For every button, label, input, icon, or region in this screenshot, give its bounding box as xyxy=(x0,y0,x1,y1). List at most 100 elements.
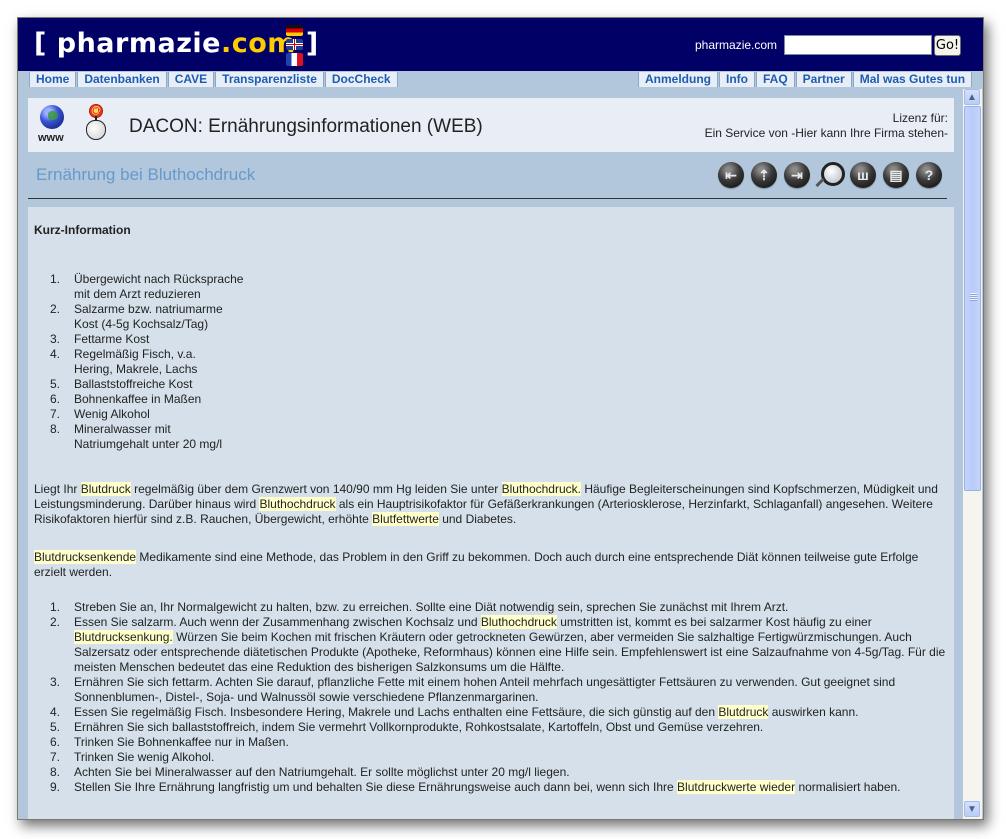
nav-home[interactable]: Home xyxy=(29,72,77,87)
site-logo[interactable]: [ pharmazie.com ] xyxy=(34,28,319,59)
highlighted-term[interactable]: Bluthochdruck xyxy=(480,615,557,629)
text-run: Stellen Sie Ihre Ernährung langfristig u… xyxy=(74,780,678,794)
dacon-header: www @ DACON: Ernährungsinformationen (WE… xyxy=(28,98,954,152)
nav-cave[interactable]: CAVE xyxy=(167,72,215,87)
search-go-button[interactable]: Go! xyxy=(934,35,961,56)
short-list-item: 8. Mineralwasser mit Natriumgehalt unter 2… xyxy=(50,422,243,452)
list-item-line: Natriumgehalt unter 20 mg/l xyxy=(74,437,223,451)
text-run: Achten Sie bei Mineralwasser auf den Nat… xyxy=(74,765,570,779)
highlighted-term[interactable]: Blutdruck xyxy=(80,482,131,496)
nav-faq[interactable]: FAQ xyxy=(756,72,795,87)
list-number: 8. xyxy=(50,765,61,779)
recommendation-item: 4. Essen Sie regelmäßig Fisch. Insbesonde… xyxy=(50,705,946,720)
scroll-down-button[interactable]: ▼ xyxy=(964,801,980,817)
logo-bracket-open: [ xyxy=(34,28,47,59)
nav-transparenzliste[interactable]: Transparenzliste xyxy=(215,72,324,87)
french-flag-icon[interactable] xyxy=(286,53,303,66)
highlighted-term[interactable]: Bluthochdruck xyxy=(259,497,336,511)
help-icon[interactable]: ? xyxy=(916,162,942,188)
short-list-item: 3. Fettarme Kost xyxy=(50,332,243,347)
sitemap-icon[interactable]: ш xyxy=(850,162,876,188)
language-selector xyxy=(286,25,304,69)
short-list-item: 2. Salzarme bzw. natriumarme Kost (4-5g Ko… xyxy=(50,302,243,332)
text-run: Essen Sie regelmäßig Fisch. Insbesondere… xyxy=(74,705,719,719)
list-item-line: Fettarme Kost xyxy=(74,332,150,346)
short-list-item: 4. Regelmäßig Fisch, v.a. Hering, Makrele,… xyxy=(50,347,243,377)
vertical-scrollbar[interactable]: ▲ ▼ xyxy=(963,89,982,819)
www-label: www xyxy=(38,132,64,144)
page-toolbar: ⇤ ⇡ ⇥ ш ▤ ? xyxy=(718,162,942,188)
print-icon[interactable]: ▤ xyxy=(883,162,909,188)
highlighted-term[interactable]: Blutdrucksenkende xyxy=(34,550,137,564)
highlighted-term[interactable]: Blutfettwerte xyxy=(372,512,439,526)
medication-paragraph: Blutdrucksenkende Medikamente sind eine … xyxy=(34,550,946,580)
up-icon[interactable]: ⇡ xyxy=(751,162,777,188)
list-number: 4. xyxy=(50,705,61,719)
text-run: Essen Sie salzarm. Auch wenn der Zusamme… xyxy=(74,615,481,629)
recommendation-item: 6. Trinken Sie Bohnenkaffee nur in Maßen. xyxy=(50,735,946,750)
back-icon[interactable]: ⇤ xyxy=(718,162,744,188)
search-input[interactable] xyxy=(784,35,932,55)
scroll-thumb[interactable] xyxy=(964,106,981,491)
text-run: normalisiert haben. xyxy=(795,780,901,794)
kurz-info-heading: Kurz-Information xyxy=(34,223,131,237)
logo-bracket-close: ] xyxy=(305,28,319,59)
search-icon[interactable] xyxy=(815,162,845,188)
text-run: und Diabetes. xyxy=(438,512,517,526)
nav-mal-was-gutes-tun[interactable]: Mal was Gutes tun xyxy=(852,72,973,87)
list-item-line: mit dem Arzt reduzieren xyxy=(74,287,201,301)
logo-name: pharmazie xyxy=(56,28,221,59)
browser-window: [ pharmazie.com ] pharmazie.com Go! Home… xyxy=(17,17,984,820)
text-run: Streben Sie an, Ihr Normalgewicht zu hal… xyxy=(74,600,789,614)
text-run: Ernähren Sie sich fettarm. Achten Sie da… xyxy=(74,675,896,704)
nav-right: Anmeldung Info FAQ Partner Mal was Gutes… xyxy=(638,72,973,87)
list-number: 3. xyxy=(50,675,61,689)
list-item-line: Mineralwasser mit xyxy=(74,422,171,436)
highlighted-term[interactable]: Blutdrucksenkung. xyxy=(74,630,173,644)
logo-dotcom: .com xyxy=(220,28,296,59)
highlighted-term[interactable]: Blutdruckwerte wieder xyxy=(677,780,796,794)
nav-datenbanken[interactable]: Datenbanken xyxy=(77,72,167,87)
recommendation-item: 1. Streben Sie an, Ihr Normalgewicht zu h… xyxy=(50,600,946,615)
content-area: www @ DACON: Ernährungsinformationen (WE… xyxy=(18,89,963,819)
scroll-grip-icon xyxy=(970,293,977,301)
forward-icon[interactable]: ⇥ xyxy=(784,162,810,188)
list-item-line: Salzarme bzw. natriumarme xyxy=(74,302,223,316)
german-flag-icon[interactable] xyxy=(286,25,303,36)
license-info: Lizenz für: Ein Service von -Hier kann I… xyxy=(705,111,948,141)
list-number: 2. xyxy=(50,302,61,316)
recommendation-item: 2. Essen Sie salzarm. Auch wenn der Zusam… xyxy=(50,615,946,675)
scroll-up-button[interactable]: ▲ xyxy=(964,89,980,105)
list-number: 6. xyxy=(50,735,61,749)
license-label: Lizenz für: xyxy=(892,111,948,125)
recommendations-list: 1. Streben Sie an, Ihr Normalgewicht zu h… xyxy=(50,600,946,795)
page-title: Ernährung bei Bluthochdruck xyxy=(36,165,256,184)
short-list-item: 1. Übergewicht nach Rücksprache mit dem Ar… xyxy=(50,272,243,302)
list-item-line: Kost (4-5g Kochsalz/Tag) xyxy=(74,317,209,331)
text-run: auswirken kann. xyxy=(768,705,859,719)
nav-info[interactable]: Info xyxy=(719,72,755,87)
article-body: Kurz-Information 1. Übergewicht nach Rück… xyxy=(28,207,954,819)
apple-icon[interactable] xyxy=(86,116,106,140)
recommendation-item: 9. Stellen Sie Ihre Ernährung langfristig… xyxy=(50,780,946,795)
recommendation-item: 5. Ernähren Sie sich ballaststoffreich, i… xyxy=(50,720,946,735)
nav-bar: Home Datenbanken CAVE Transparenzliste D… xyxy=(18,71,983,89)
text-run: Würzen Sie beim Kochen mit frischen Kräu… xyxy=(74,630,946,674)
nav-anmeldung[interactable]: Anmeldung xyxy=(638,72,718,87)
highlighted-term[interactable]: Blutdruck xyxy=(718,705,769,719)
text-run: regelmäßig über dem Grenzwert von 140/90… xyxy=(130,482,502,496)
list-number: 8. xyxy=(50,422,61,436)
nav-left: Home Datenbanken CAVE Transparenzliste D… xyxy=(29,72,399,87)
nav-doccheck[interactable]: DocCheck xyxy=(324,72,398,87)
site-header: [ pharmazie.com ] pharmazie.com Go! xyxy=(18,18,983,71)
globe-icon[interactable] xyxy=(40,105,64,129)
list-number: 1. xyxy=(50,272,61,286)
uk-flag-icon[interactable] xyxy=(286,39,303,50)
list-number: 7. xyxy=(50,750,61,764)
list-number: 2. xyxy=(50,615,61,629)
license-value: Ein Service von -Hier kann Ihre Firma st… xyxy=(704,126,948,140)
text-run: Trinken Sie Bohnenkaffee nur in Maßen. xyxy=(74,735,289,749)
list-item-line: Regelmäßig Fisch, v.a. xyxy=(74,347,196,361)
highlighted-term[interactable]: Bluthochdruck. xyxy=(501,482,581,496)
nav-partner[interactable]: Partner xyxy=(795,72,852,87)
